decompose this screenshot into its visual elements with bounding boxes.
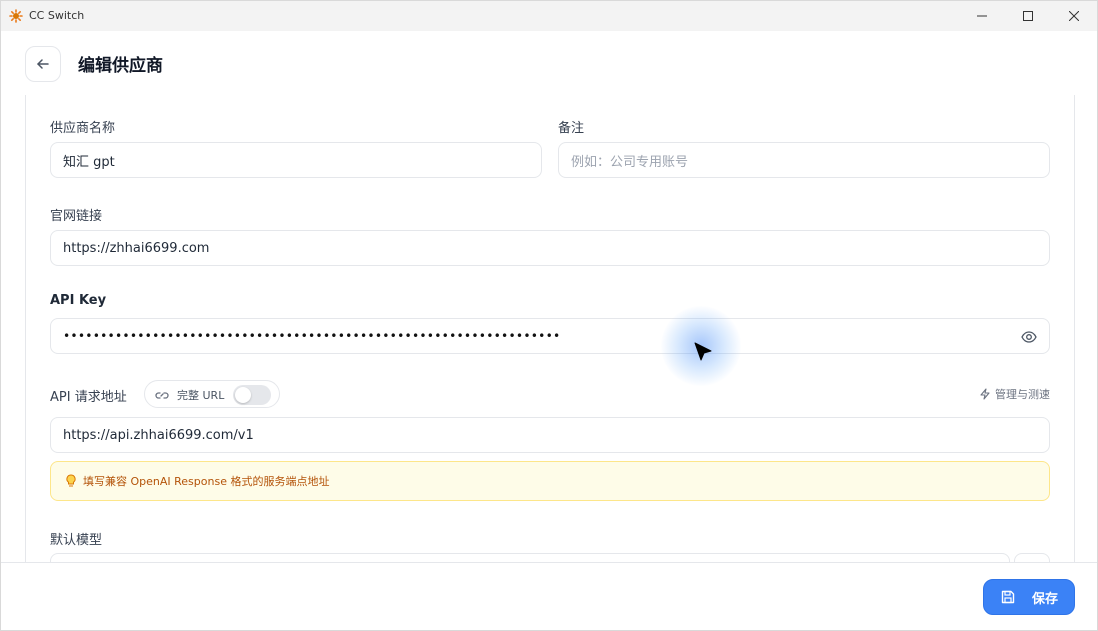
arrow-left-icon bbox=[37, 59, 49, 69]
api-key-label: API Key bbox=[50, 293, 107, 308]
note-label: 备注 bbox=[558, 121, 585, 136]
api-url-label: API 请求地址 bbox=[50, 390, 127, 405]
note-input[interactable]: 例如：公司专用账号 bbox=[558, 142, 1050, 178]
lightning-icon bbox=[980, 388, 990, 400]
api-key-value: ••••••••••••••••••••••••••••••••••••••••… bbox=[63, 329, 561, 343]
window-title: CC Switch bbox=[29, 9, 85, 22]
website-label: 官网链接 bbox=[50, 209, 103, 224]
title-bar: CC Switch bbox=[1, 1, 1097, 31]
full-url-toggle[interactable]: 完整 URL bbox=[144, 380, 280, 408]
form-panel: 供应商名称 知汇 gpt 备注 例如：公司专用账号 官网链接 https://z… bbox=[25, 95, 1075, 562]
minimize-button[interactable] bbox=[959, 1, 1005, 31]
provider-name-label: 供应商名称 bbox=[50, 121, 116, 136]
website-input[interactable]: https://zhhai6699.com bbox=[50, 230, 1050, 266]
maximize-button[interactable] bbox=[1005, 1, 1051, 31]
lightbulb-icon bbox=[66, 474, 76, 487]
api-key-input[interactable]: ••••••••••••••••••••••••••••••••••••••••… bbox=[50, 318, 1050, 354]
maximize-icon bbox=[1023, 11, 1033, 21]
manage-speedtest-label: 管理与测速 bbox=[995, 388, 1050, 401]
full-url-switch[interactable] bbox=[233, 385, 271, 405]
website-value: https://zhhai6699.com bbox=[63, 240, 210, 256]
api-url-input[interactable]: https://api.zhhai6699.com/v1 bbox=[50, 417, 1050, 453]
provider-name-input[interactable]: 知汇 gpt bbox=[50, 142, 542, 178]
save-label: 保存 bbox=[1031, 591, 1058, 607]
minimize-icon bbox=[977, 15, 987, 17]
note-placeholder: 例如：公司专用账号 bbox=[571, 154, 689, 170]
link-icon bbox=[155, 392, 169, 399]
manage-speedtest-button[interactable]: 管理与测速 bbox=[979, 386, 1050, 402]
app-window: CC Switch 编辑供应商 供应商名称 知汇 gpt 备注 例如：公司专用账… bbox=[0, 0, 1098, 631]
default-model-label: 默认模型 bbox=[50, 533, 103, 548]
mouse-cursor-icon bbox=[694, 342, 712, 361]
api-url-value: https://api.zhhai6699.com/v1 bbox=[63, 427, 254, 443]
switch-knob bbox=[235, 387, 251, 403]
provider-name-value: 知汇 gpt bbox=[63, 154, 115, 170]
close-icon bbox=[1069, 11, 1079, 21]
page-title: 编辑供应商 bbox=[78, 56, 163, 76]
back-button[interactable] bbox=[25, 46, 61, 82]
eye-icon[interactable] bbox=[1021, 329, 1037, 345]
api-url-hint: 填写兼容 OpenAI Response 格式的服务端点地址 bbox=[50, 461, 1050, 501]
app-logo-icon bbox=[9, 9, 23, 23]
page-header: 编辑供应商 bbox=[1, 31, 1097, 95]
default-model-input[interactable] bbox=[50, 553, 1010, 562]
footer-bar: 保存 bbox=[1, 562, 1097, 630]
save-button[interactable]: 保存 bbox=[983, 579, 1075, 615]
close-button[interactable] bbox=[1051, 1, 1097, 31]
hint-text: 填写兼容 OpenAI Response 格式的服务端点地址 bbox=[83, 475, 330, 488]
default-model-select-button[interactable] bbox=[1014, 553, 1050, 562]
save-icon bbox=[1001, 590, 1015, 604]
full-url-label: 完整 URL bbox=[177, 389, 225, 402]
